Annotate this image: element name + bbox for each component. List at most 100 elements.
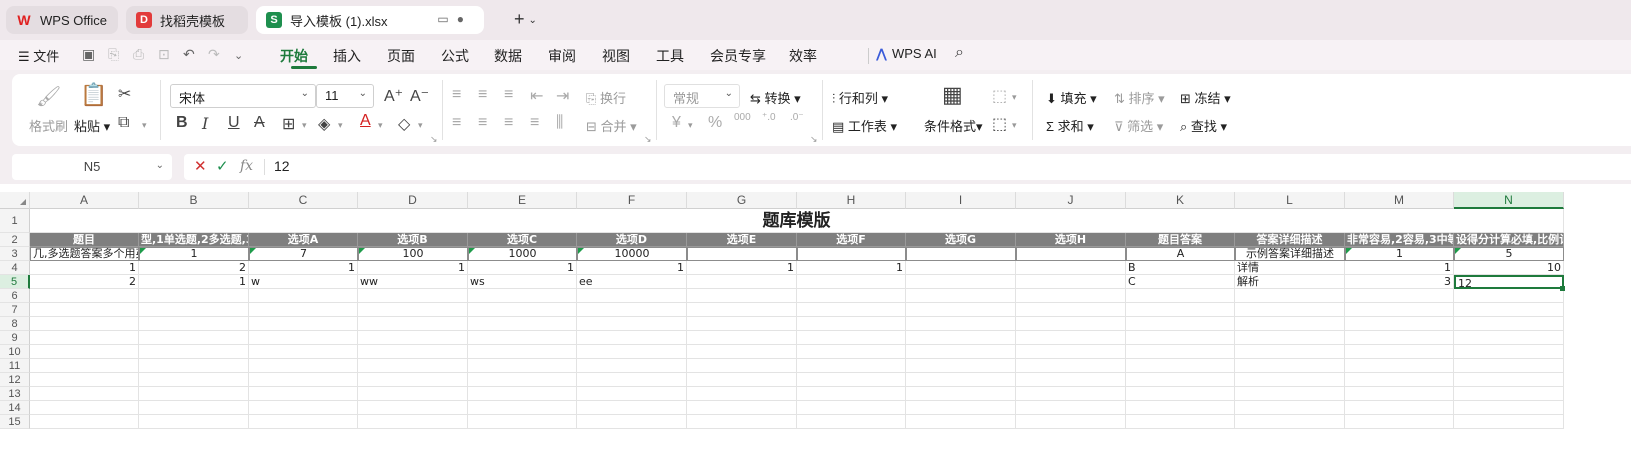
merge-button[interactable]: ⊟ 合并 ▾ — [586, 116, 637, 135]
align-top-icon[interactable]: ≡ — [452, 86, 461, 104]
column-header-f[interactable]: F — [577, 192, 687, 209]
cell[interactable] — [1126, 303, 1235, 317]
alignment-dialog-launcher-icon[interactable]: ↘ — [644, 134, 652, 145]
cell[interactable] — [139, 415, 249, 429]
cell[interactable] — [30, 331, 139, 345]
cell[interactable] — [1126, 387, 1235, 401]
cell[interactable] — [577, 345, 687, 359]
cell[interactable] — [906, 387, 1016, 401]
cell[interactable] — [468, 415, 577, 429]
cell[interactable] — [249, 345, 358, 359]
clear-format-dropdown-icon[interactable]: ▾ — [418, 120, 423, 131]
number-dialog-launcher-icon[interactable]: ↘ — [810, 134, 818, 145]
underline-icon[interactable]: U — [228, 114, 240, 132]
column-header-h[interactable]: H — [797, 192, 906, 209]
cell[interactable] — [1345, 317, 1454, 331]
row-header-12[interactable]: 12 — [0, 373, 30, 387]
cell[interactable] — [687, 303, 797, 317]
cell[interactable] — [1126, 317, 1235, 331]
justify-icon[interactable]: ≡ — [530, 114, 539, 132]
font-dialog-launcher-icon[interactable]: ↘ — [430, 134, 438, 145]
cell[interactable] — [1345, 415, 1454, 429]
print-icon[interactable]: ⎙ — [133, 46, 144, 63]
menu-data[interactable]: 数据 — [494, 46, 522, 66]
copy-dropdown-icon[interactable]: ▾ — [142, 120, 147, 131]
cell[interactable] — [139, 345, 249, 359]
borders-icon[interactable]: ⊞ — [282, 114, 295, 134]
insert-function-icon[interactable]: fx — [240, 158, 253, 174]
cell[interactable] — [906, 401, 1016, 415]
example-cell[interactable] — [1016, 247, 1126, 261]
example-cell[interactable]: 7 — [249, 247, 358, 261]
align-right-icon[interactable]: ≡ — [504, 114, 513, 132]
cell[interactable] — [358, 387, 468, 401]
cell[interactable] — [577, 415, 687, 429]
column-header-n[interactable]: N — [1454, 192, 1564, 209]
cell[interactable] — [139, 289, 249, 303]
cell[interactable] — [468, 317, 577, 331]
data-cell[interactable]: B — [1126, 261, 1235, 275]
tab-active-workbook[interactable]: S 导入模板 (1).xlsx ▭● — [256, 6, 484, 34]
cell[interactable] — [1345, 373, 1454, 387]
row-header-13[interactable]: 13 — [0, 387, 30, 401]
screen-icon[interactable]: ▭ — [437, 12, 456, 26]
data-cell[interactable]: 1 — [797, 261, 906, 275]
cell[interactable] — [358, 317, 468, 331]
quick-access-more-icon[interactable]: ⌄ — [234, 49, 243, 62]
cell[interactable] — [30, 401, 139, 415]
menu-home[interactable]: 开始 — [280, 46, 308, 66]
example-cell[interactable]: 几,多选题答案多个用英 — [30, 247, 139, 261]
example-cell[interactable]: 5 — [1454, 247, 1564, 261]
row-header-10[interactable]: 10 — [0, 345, 30, 359]
cell[interactable] — [1235, 373, 1345, 387]
header-cell[interactable]: 选项B — [358, 233, 468, 247]
cell[interactable] — [1016, 373, 1126, 387]
cell[interactable] — [797, 359, 906, 373]
example-cell[interactable]: 示例答案详细描述 — [1235, 247, 1345, 261]
cell[interactable] — [358, 415, 468, 429]
cell[interactable] — [468, 401, 577, 415]
cell[interactable] — [1454, 359, 1564, 373]
row-header-8[interactable]: 8 — [0, 317, 30, 331]
cell[interactable] — [468, 331, 577, 345]
wrap-text-button[interactable]: ⎘ 换行 — [586, 88, 626, 107]
freeze-button[interactable]: ⊞ 冻结 ▾ — [1180, 88, 1231, 107]
align-center-icon[interactable]: ≡ — [478, 114, 487, 132]
sheet-title-cell[interactable]: 题库模版 — [30, 209, 1564, 233]
data-cell[interactable] — [1016, 275, 1126, 289]
data-cell[interactable] — [797, 275, 906, 289]
menu-tools[interactable]: 工具 — [656, 46, 684, 66]
currency-icon[interactable]: ¥ — [672, 114, 681, 132]
example-cell[interactable]: 100 — [358, 247, 468, 261]
cell[interactable] — [906, 373, 1016, 387]
cell[interactable] — [30, 373, 139, 387]
cell[interactable] — [139, 303, 249, 317]
spreadsheet-grid[interactable]: A B C D E F G H I J K L M N 1 2 3 4 5 6 7 8 9 10 11 12 13 14 15 题库模版题… — [0, 184, 1631, 456]
cell[interactable] — [906, 289, 1016, 303]
cell[interactable] — [1016, 345, 1126, 359]
cell[interactable] — [1345, 303, 1454, 317]
cell[interactable] — [1454, 345, 1564, 359]
cell[interactable] — [358, 331, 468, 345]
cell[interactable] — [906, 359, 1016, 373]
column-header-d[interactable]: D — [358, 192, 468, 209]
cut-icon[interactable]: ✂ — [118, 84, 131, 104]
paste-icon[interactable]: 📋 — [80, 82, 107, 108]
fill-handle[interactable] — [1560, 286, 1565, 291]
clear-format-icon[interactable]: ◇ — [398, 114, 410, 134]
data-cell[interactable]: 详情 — [1235, 261, 1345, 275]
data-cell[interactable]: 3 — [1345, 275, 1454, 289]
increase-indent-icon[interactable]: ⇥ — [556, 86, 569, 106]
cell[interactable] — [906, 345, 1016, 359]
cell[interactable] — [468, 359, 577, 373]
cell[interactable] — [906, 303, 1016, 317]
worksheet-button[interactable]: ▤ 工作表 ▾ — [832, 116, 897, 135]
data-cell[interactable]: 1 — [139, 275, 249, 289]
example-cell[interactable]: 1000 — [468, 247, 577, 261]
decrease-indent-icon[interactable]: ⇤ — [530, 86, 543, 106]
column-header-b[interactable]: B — [139, 192, 249, 209]
row-header-15[interactable]: 15 — [0, 415, 30, 429]
font-size-select[interactable]: 11 ⌄ — [316, 84, 374, 108]
sort-button[interactable]: ⇅ 排序 ▾ — [1114, 88, 1165, 107]
cell[interactable] — [1126, 345, 1235, 359]
